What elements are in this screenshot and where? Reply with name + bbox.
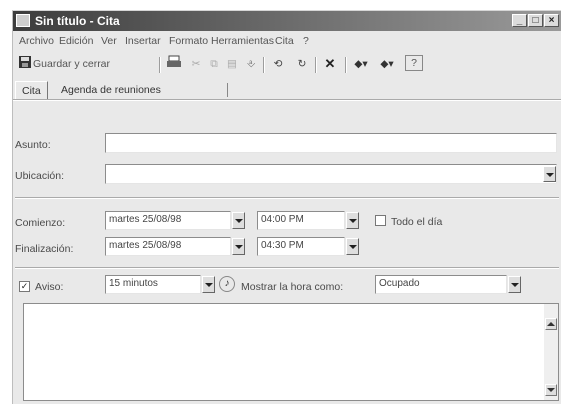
aviso-checkbox[interactable]: ✓ [19, 281, 30, 292]
finalizacion-date-dropdown[interactable] [232, 238, 245, 255]
todo-el-dia-checkbox[interactable] [375, 215, 386, 226]
save-disk-icon [17, 55, 33, 73]
menu-bar: Archivo Edición Ver Insertar Formato Her… [13, 32, 561, 50]
recurrence-icon[interactable]: ⟲ [269, 55, 287, 73]
finalizacion-label: Finalización: [15, 243, 74, 255]
alarm-sound-icon[interactable]: ♪ [219, 276, 235, 292]
save-close-button[interactable]: Guardar y cerrar [33, 55, 153, 73]
toolbar-divider [315, 57, 317, 73]
next-item-icon[interactable]: ◆▾ [377, 55, 397, 73]
close-button[interactable]: × [544, 14, 559, 27]
aviso-label: Aviso: [35, 281, 64, 293]
menu-insertar[interactable]: Insertar [125, 35, 161, 47]
refresh-icon[interactable]: ↻ [293, 55, 311, 73]
notes-textarea[interactable] [23, 303, 559, 401]
aviso-dropdown[interactable] [202, 276, 215, 293]
paste-icon[interactable]: ▤ [225, 55, 239, 73]
print-icon[interactable] [165, 55, 183, 73]
previous-item-icon[interactable]: ◆▾ [351, 55, 371, 73]
section-divider [15, 267, 559, 269]
scroll-up-icon[interactable] [545, 318, 557, 330]
finalizacion-date-field[interactable]: martes 25/08/98 [105, 237, 231, 256]
notes-scrollbar[interactable] [544, 304, 558, 400]
scroll-down-icon[interactable] [545, 384, 557, 396]
ubicacion-input[interactable] [105, 164, 557, 184]
menu-help[interactable]: ? [303, 35, 309, 47]
toolbar-divider [159, 57, 161, 73]
asunto-label: Asunto: [15, 139, 51, 151]
comienzo-date-dropdown[interactable] [232, 212, 245, 229]
ubicacion-label: Ubicación: [15, 170, 65, 182]
tab-divider [227, 83, 228, 97]
tab-panel-border [13, 99, 561, 101]
menu-archivo[interactable]: Archivo [19, 35, 54, 47]
comienzo-time-dropdown[interactable] [346, 212, 359, 229]
section-divider [15, 197, 559, 199]
copy-icon[interactable]: ⧉ [207, 55, 221, 73]
appointment-window: Sin título - Cita _ □ × Archivo Edición … [12, 10, 561, 404]
menu-edicion[interactable]: Edición [59, 35, 93, 47]
window-title: Sin título - Cita [35, 14, 120, 28]
comienzo-label: Comienzo: [15, 217, 66, 229]
comienzo-date-field[interactable]: martes 25/08/98 [105, 211, 231, 230]
title-bar[interactable]: Sin título - Cita _ □ × [13, 11, 561, 31]
tab-cita[interactable]: Cita [15, 81, 48, 100]
menu-cita[interactable]: Cita [275, 35, 294, 47]
menu-formato[interactable]: Formato [169, 35, 208, 47]
appointment-icon [16, 14, 30, 27]
menu-ver[interactable]: Ver [101, 35, 117, 47]
aviso-field[interactable]: 15 minutos [105, 275, 201, 294]
comienzo-time-field[interactable]: 04:00 PM [257, 211, 345, 230]
todo-el-dia-label: Todo el día [391, 216, 443, 228]
toolbar-divider [345, 57, 347, 73]
tab-strip: Cita Agenda de reuniones [13, 79, 561, 100]
maximize-button[interactable]: □ [528, 14, 543, 27]
finalizacion-time-dropdown[interactable] [346, 238, 359, 255]
cut-icon[interactable]: ✂ [189, 55, 203, 73]
menu-herramientas[interactable]: Herramientas [211, 35, 274, 47]
minimize-button[interactable]: _ [512, 14, 527, 27]
ubicacion-dropdown-button[interactable] [543, 166, 556, 182]
mostrar-hora-label: Mostrar la hora como: [241, 281, 344, 293]
finalizacion-time-field[interactable]: 04:30 PM [257, 237, 345, 256]
asunto-input[interactable] [105, 133, 557, 153]
mostrar-hora-field[interactable]: Ocupado [375, 275, 507, 294]
delete-icon[interactable]: ✕ [321, 55, 339, 73]
attach-icon[interactable]: ⎀ [245, 55, 257, 73]
toolbar: Guardar y cerrar ✂ ⧉ ▤ ⎀ ⟲ ↻ ✕ ◆▾ ◆▾ ? [13, 51, 561, 77]
help-icon[interactable]: ? [405, 55, 423, 71]
mostrar-hora-dropdown[interactable] [508, 276, 521, 293]
toolbar-divider [263, 57, 265, 73]
tab-agenda-reuniones[interactable]: Agenda de reuniones [55, 81, 167, 99]
